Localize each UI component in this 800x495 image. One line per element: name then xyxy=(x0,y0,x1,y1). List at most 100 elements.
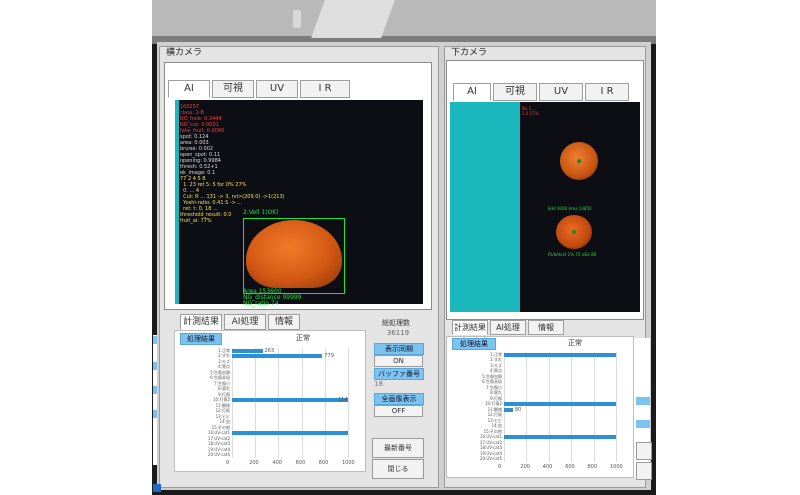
grid-line xyxy=(548,352,550,462)
x-tick-label: 600 xyxy=(295,460,306,466)
result-status: 正常 xyxy=(296,334,310,342)
image-edge xyxy=(175,100,179,304)
background-window-button xyxy=(153,336,157,344)
category-label: 16:UV-cat1 xyxy=(479,434,502,440)
tab-ai-processing[interactable]: AI処理 xyxy=(490,320,526,335)
background-window-edge xyxy=(153,335,157,465)
result-bar xyxy=(504,402,616,407)
count-label: 総処理数 xyxy=(382,319,410,327)
grid-line xyxy=(278,348,280,458)
x-tick-label: 600 xyxy=(565,464,575,470)
grid-line xyxy=(348,348,349,458)
x-tick-label: 1000 xyxy=(342,460,355,466)
tab-ir[interactable]: I R xyxy=(585,83,629,101)
tab-ir[interactable]: I R xyxy=(300,80,350,98)
x-tick-label: 0 xyxy=(226,460,230,466)
tab-measure-result[interactable]: 計測結果 xyxy=(452,320,488,335)
x-tick-label: 400 xyxy=(542,464,553,470)
tab-uv[interactable]: UV xyxy=(539,83,583,101)
ai-overlay-text: 100257 class: 2-B NO_hole: 0.3444 NO_cut: 0… xyxy=(180,104,320,224)
x-tick-label: 1000 xyxy=(610,464,623,470)
grid-line xyxy=(593,352,595,462)
housing-bolt xyxy=(293,10,301,28)
category-label: 17:UV-cat2 xyxy=(479,439,502,445)
all-display-label: 全画像表示 xyxy=(374,393,424,405)
x-tick-label: 0 xyxy=(498,464,502,470)
detection-label-bottom: RUdetect 2% 75 nGe 86 xyxy=(548,252,597,257)
detection-label-top: Edd 3000 Area 13850 xyxy=(548,206,592,211)
result-bar xyxy=(504,407,513,412)
tab-info[interactable]: 情報 xyxy=(268,314,300,330)
category-label: 16:UV-cat1 xyxy=(207,430,230,436)
grid-line xyxy=(301,348,303,458)
x-tick-label: 400 xyxy=(272,460,282,466)
result-bar xyxy=(504,435,616,440)
tab-uv[interactable]: UV xyxy=(256,80,298,98)
bar-value-label: 114 xyxy=(338,397,348,404)
result-bar-chart: 0 200 400 600 800 1000 1:正常 263 2:すれ 779 3:キズ 4:黒点 5… xyxy=(176,346,362,470)
tab-ai-processing[interactable]: AI処理 xyxy=(224,314,266,330)
clipped-button xyxy=(636,462,652,480)
result-bar xyxy=(232,354,323,359)
background-window-button xyxy=(153,362,157,370)
x-tick-label: 800 xyxy=(318,460,329,466)
panel-title: 下カメラ xyxy=(451,48,488,58)
mounting-clip xyxy=(311,0,395,38)
grid-line xyxy=(526,352,528,462)
tab-visible[interactable]: 可視 xyxy=(493,83,537,101)
buffer-label: バッファ番号 xyxy=(374,368,424,380)
bar-value-label: 263 xyxy=(264,347,275,354)
tab-ai[interactable]: AI xyxy=(453,83,491,101)
latest-number-button[interactable]: 最新番号 xyxy=(372,438,424,458)
result-bar-chart: 0 200 400 600 800 1000 1:正常 2:すれ 3:キズ 4:黒点 5:生傷虫跡 6… xyxy=(448,350,630,474)
result-bar xyxy=(232,431,348,436)
category-label: 19:UV-cat4 xyxy=(207,446,230,452)
display-sync-toggle[interactable]: ON xyxy=(374,355,423,367)
windows-start-icon[interactable] xyxy=(153,484,161,492)
tab-ai[interactable]: AI xyxy=(168,80,210,98)
display-sync-label: 表示同期 xyxy=(374,343,424,355)
tab-info[interactable]: 情報 xyxy=(528,320,564,335)
all-display-toggle[interactable]: OFF xyxy=(374,405,423,417)
bar-value-label: 779 xyxy=(324,353,334,360)
x-tick-label: 800 xyxy=(587,464,598,470)
stem-marker xyxy=(577,159,581,163)
grid-line xyxy=(232,348,233,458)
category-label: 20:UV-cat5 xyxy=(479,456,502,462)
category-label: 19:UV-cat4 xyxy=(479,450,502,456)
result-status: 正常 xyxy=(568,339,582,347)
result-label: 処理結果 xyxy=(180,333,222,345)
clipped-button xyxy=(636,420,650,428)
panel-title: 横カメラ xyxy=(166,48,203,58)
result-bar xyxy=(232,398,348,403)
result-label: 処理結果 xyxy=(452,338,496,350)
category-label: 18:UV-cat3 xyxy=(207,441,230,447)
detection-info: Area 153600 NG_distance 99999 NG_ratio 7… xyxy=(243,289,302,307)
close-button[interactable]: 閉じる xyxy=(372,459,424,479)
ng-ratio-readout: NG_ratio 74 xyxy=(243,300,279,307)
grid-line xyxy=(255,348,257,458)
count-value: 36119 xyxy=(386,329,410,337)
bar-value-label: 80 xyxy=(514,406,522,413)
x-tick-label: 200 xyxy=(520,464,530,470)
machine-housing xyxy=(152,0,656,40)
category-label: 18:UV-cat3 xyxy=(479,445,502,451)
result-bar xyxy=(504,352,616,357)
detection-box xyxy=(243,218,345,294)
grid-line xyxy=(571,352,573,462)
clipped-button xyxy=(636,442,652,460)
buffer-value[interactable]: 18 xyxy=(374,380,422,390)
overlay-top: Nu 2 ... 1.0 27% xyxy=(522,106,539,116)
x-tick-label: 200 xyxy=(249,460,259,466)
category-label: 17:UV-cat2 xyxy=(207,435,230,441)
clipped-button xyxy=(636,397,650,405)
result-bar xyxy=(232,348,263,353)
grid-line xyxy=(616,352,617,462)
tab-measure-result[interactable]: 計測結果 xyxy=(180,314,222,330)
category-label: 20:UV-cat5 xyxy=(207,452,230,458)
stem-marker xyxy=(572,230,576,234)
background-window-button xyxy=(153,386,157,394)
tab-visible[interactable]: 可視 xyxy=(212,80,254,98)
grid-line xyxy=(324,348,326,458)
background-window-button xyxy=(153,410,157,418)
